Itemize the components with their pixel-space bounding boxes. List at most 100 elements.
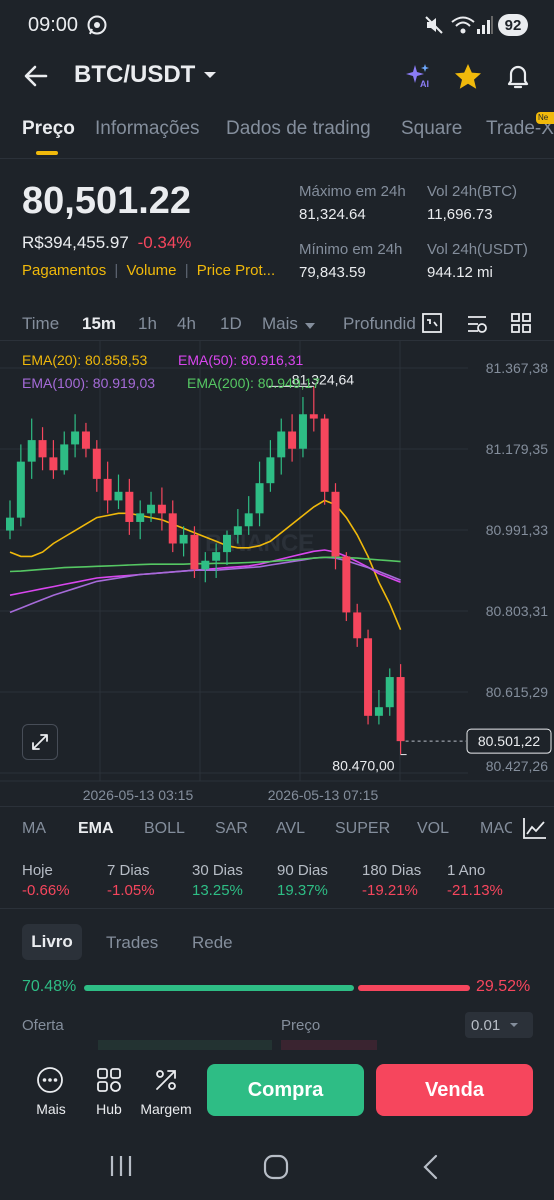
timeframe-more[interactable]: Mais: [262, 314, 298, 334]
layout-grid-icon[interactable]: [510, 312, 532, 334]
candle-body: [223, 534, 231, 553]
active-tab-indicator: [36, 151, 58, 155]
x-tick-label: 2026-05-13 07:15: [268, 787, 379, 803]
indicator-super[interactable]: SUPER: [335, 820, 390, 838]
candle-body: [374, 707, 383, 716]
tag-pagamentos[interactable]: Pagamentos: [22, 262, 106, 279]
tag-volume[interactable]: Volume: [126, 262, 176, 279]
chart-line-icon: [523, 818, 546, 839]
candle-body: [364, 638, 373, 716]
battery-indicator: 92: [498, 14, 528, 36]
hub-icon: [97, 1068, 121, 1092]
candle-body: [16, 461, 25, 518]
price-chart[interactable]: BINANCE 81.367,3881.179,3580.991,3380.80…: [0, 341, 554, 805]
candle-body: [81, 431, 90, 449]
perf-label-7d: 7 Dias: [107, 862, 150, 879]
vol-btc-label: Vol 24h(BTC): [427, 183, 518, 200]
y-tick-label: 80.803,31: [486, 603, 548, 619]
chart-type-icon[interactable]: [421, 312, 443, 334]
candle-body: [298, 414, 307, 449]
chart-annotations: 81.324,6480.470,0080.501,22: [268, 371, 552, 774]
candle-body: [233, 526, 242, 535]
y-tick-label: 80.991,33: [486, 522, 548, 538]
tab-preco[interactable]: Preço: [22, 118, 75, 140]
vol-btc-value: 11,696.73: [427, 206, 493, 223]
margin-icon: [156, 1070, 176, 1090]
candle-body: [212, 552, 221, 561]
perf-label-1y: 1 Ano: [447, 862, 486, 879]
ema50-legend: EMA(50): 80.916,31: [178, 352, 304, 368]
candle-body: [136, 513, 145, 522]
ai-badge: AI: [420, 79, 429, 89]
recent-apps-icon[interactable]: [108, 1154, 134, 1178]
indicator-vol[interactable]: VOL: [417, 820, 449, 838]
sell-ratio-fill: [358, 985, 470, 991]
margin-button[interactable]: Margem: [138, 1066, 194, 1117]
candle-body: [114, 491, 123, 501]
candle-body: [6, 517, 14, 531]
candle-body: [320, 418, 329, 492]
indicator-avl[interactable]: AVL: [276, 820, 305, 838]
indicator-ema[interactable]: EMA: [78, 820, 114, 838]
x-tick-label: 2026-05-13 03:15: [83, 787, 194, 803]
y-axis: 81.367,38 81.179,35 80.991,33 80.803,31 80.6…: [486, 360, 548, 774]
vol-usdt-label: Vol 24h(USDT): [427, 241, 528, 258]
system-back-icon[interactable]: [420, 1154, 442, 1180]
depth-tab[interactable]: Profundid: [343, 314, 415, 334]
hub-button[interactable]: Hub: [86, 1066, 132, 1117]
more-button[interactable]: Mais: [28, 1066, 74, 1117]
whatsapp-icon: [86, 14, 108, 41]
perf-value-90d: 19.37%: [277, 882, 328, 899]
ema200-legend: EMA(200): 80.949,17: [187, 375, 321, 391]
alert-button[interactable]: [503, 61, 533, 91]
y-tick-label: 81.179,35: [486, 441, 548, 457]
precision-select[interactable]: 0.01: [465, 1012, 533, 1038]
buy-button[interactable]: Compra: [207, 1064, 364, 1116]
more-label: Mais: [36, 1101, 66, 1117]
status-time: 09:00: [28, 14, 79, 36]
indicator-ma[interactable]: MA: [22, 820, 46, 838]
perf-value-180d: -19.21%: [362, 882, 418, 899]
fiat-price: R$394,455.97: [22, 233, 129, 252]
indicator-boll[interactable]: BOLL: [144, 820, 185, 838]
ai-button[interactable]: AI: [403, 62, 433, 92]
perf-value-7d: -1.05%: [107, 882, 155, 899]
bell-icon: [507, 65, 529, 89]
sell-button[interactable]: Venda: [376, 1064, 533, 1116]
tab-dados-de-trading[interactable]: Dados de trading: [226, 118, 371, 140]
back-button[interactable]: [22, 62, 50, 90]
timeframe-1h[interactable]: 1h: [138, 314, 157, 334]
candle-body: [71, 431, 80, 445]
candle-body: [157, 504, 166, 514]
timeframe-15m[interactable]: 15m: [82, 314, 116, 334]
chart-bottom-divider: [0, 806, 554, 807]
perf-divider: [0, 908, 554, 909]
buy-ratio-fill: [84, 985, 355, 991]
timeframe-1d[interactable]: 1D: [220, 314, 242, 334]
tab-informacoes[interactable]: Informações: [95, 118, 200, 140]
candle-body: [288, 431, 297, 449]
candle-body: [396, 677, 405, 742]
book-tab-livro[interactable]: Livro: [22, 924, 82, 960]
more-caret-icon: [305, 323, 315, 329]
indicator-sar[interactable]: SAR: [215, 820, 248, 838]
perf-label-90d: 90 Dias: [277, 862, 328, 879]
favorite-button[interactable]: [453, 62, 483, 92]
candle-body: [277, 431, 286, 458]
book-tab-rede[interactable]: Rede: [192, 933, 233, 953]
hub-label: Hub: [96, 1101, 122, 1117]
tab-square[interactable]: Square: [401, 118, 462, 140]
indicator-settings-icon[interactable]: [466, 313, 488, 335]
indicator-settings-button[interactable]: [512, 814, 554, 844]
timeframe-4h[interactable]: 4h: [177, 314, 196, 334]
candle-body: [27, 440, 36, 462]
sell-ratio-label: 29.52%: [476, 978, 531, 995]
fullscreen-button[interactable]: [22, 724, 58, 760]
book-tab-trades[interactable]: Trades: [106, 933, 158, 953]
timeframe-time[interactable]: Time: [22, 314, 59, 334]
tag-price-protection[interactable]: Price Prot...: [197, 262, 275, 279]
pair-selector[interactable]: BTC/USDT: [74, 61, 219, 89]
signal-icon: [476, 15, 494, 40]
low-24h-label: Mínimo em 24h: [299, 241, 403, 258]
home-icon[interactable]: [263, 1154, 289, 1180]
